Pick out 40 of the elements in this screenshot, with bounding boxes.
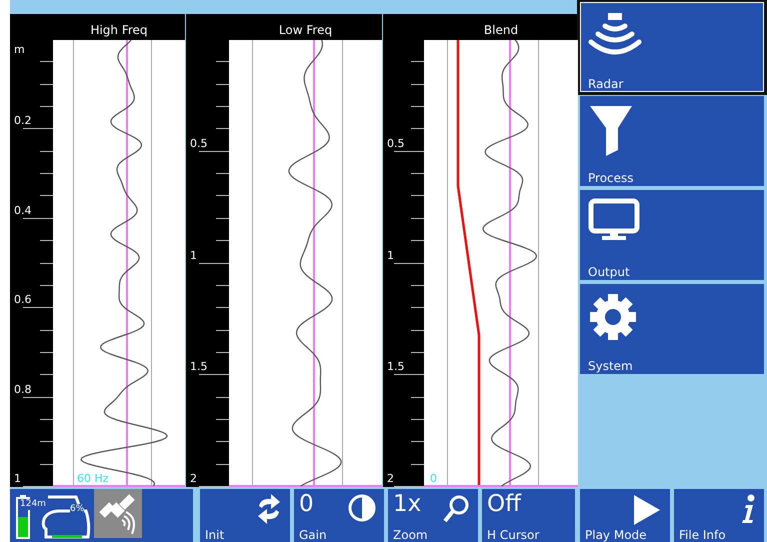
axis-label: 1 — [387, 250, 394, 262]
axis-label: 0.2 — [14, 115, 32, 127]
satellite-icon — [98, 494, 138, 534]
panel-title: Blend — [482, 22, 520, 39]
overlay-label: 0 — [430, 473, 437, 485]
battery-label: 124m — [20, 499, 46, 510]
gear-icon — [588, 292, 638, 342]
axis-label: 1 — [14, 473, 21, 485]
menu-tile[interactable]: Process — [580, 96, 764, 186]
axis-label: 0.6 — [14, 294, 32, 306]
info-icon — [740, 494, 756, 524]
play-icon — [632, 494, 662, 526]
axis-label: 1.5 — [387, 361, 404, 373]
axis-label: 2 — [190, 473, 197, 485]
menu-tile[interactable]: System — [580, 284, 764, 374]
toolbar-button[interactable]: File Info — [674, 489, 764, 542]
axis-label: 2 — [387, 473, 394, 485]
toolbar-button[interactable]: Init — [200, 489, 290, 542]
axis-label: 0.5 — [387, 138, 404, 150]
menu-tile[interactable]: Radar — [580, 2, 764, 92]
overlay-label: 60 Hz — [77, 473, 109, 485]
contrast-icon — [348, 494, 376, 522]
toolbar-button[interactable]: Play Mode — [580, 489, 670, 542]
toolbar-button[interactable]: 0 Gain — [294, 489, 384, 542]
monitor-icon — [588, 198, 640, 242]
toolbar-button[interactable]: 1x Zoom — [388, 489, 478, 542]
menu-tile[interactable]: Output — [580, 190, 764, 280]
axis-unit: m — [14, 44, 25, 56]
axis-label: 1.5 — [190, 361, 208, 373]
magnifier-icon — [442, 494, 470, 524]
panel-title: High Freq — [89, 22, 149, 39]
axis-label: 1 — [190, 250, 197, 262]
axis-label: 0.5 — [190, 138, 208, 150]
panel-title: Low Freq — [278, 22, 334, 39]
axis-label: 0.8 — [14, 384, 32, 396]
axis-label: 0.4 — [14, 205, 32, 217]
refresh-arrows-icon — [256, 494, 282, 524]
storage-label: 6% — [70, 504, 84, 515]
funnel-icon — [588, 104, 634, 158]
toolbar-button[interactable]: Off H Cursor — [482, 489, 575, 542]
